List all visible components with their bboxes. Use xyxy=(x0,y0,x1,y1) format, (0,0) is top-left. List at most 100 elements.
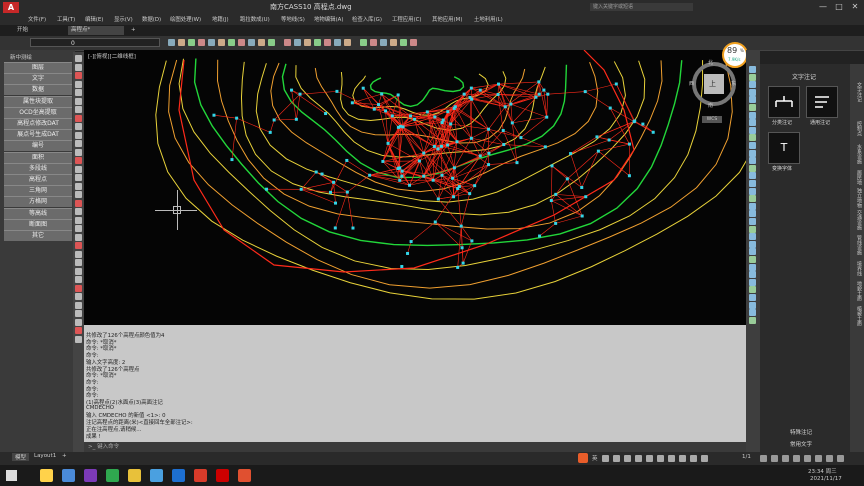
elevation-point[interactable] xyxy=(380,92,384,96)
elevation-point[interactable] xyxy=(235,116,239,120)
classify-annotation-button[interactable] xyxy=(768,86,800,118)
toolbar-tool-icon[interactable] xyxy=(258,39,265,46)
status-icon[interactable] xyxy=(793,455,800,462)
left-tool-icon[interactable] xyxy=(75,106,82,113)
vertical-tab-5[interactable]: 交通设施 xyxy=(850,208,863,232)
toolbar-tool-icon[interactable] xyxy=(400,39,407,46)
elevation-point[interactable] xyxy=(446,143,450,147)
right-tool-icon[interactable] xyxy=(749,111,756,119)
elevation-point[interactable] xyxy=(608,106,612,110)
status-icon[interactable] xyxy=(668,455,675,462)
elevation-point[interactable] xyxy=(272,118,276,122)
taskbar-app-icon[interactable] xyxy=(216,469,229,482)
left-panel-item-14[interactable]: 断面图 xyxy=(4,218,72,230)
elevation-point[interactable] xyxy=(496,92,500,96)
taskbar-app-icon[interactable] xyxy=(238,469,251,482)
elevation-point[interactable] xyxy=(230,158,234,162)
elevation-point[interactable] xyxy=(368,173,372,177)
left-tool-icon[interactable] xyxy=(75,114,82,122)
elevation-point[interactable] xyxy=(580,185,584,189)
elevation-point[interactable] xyxy=(543,145,547,149)
right-tool-icon[interactable] xyxy=(749,195,756,203)
status-icon[interactable] xyxy=(826,455,833,462)
elevation-point[interactable] xyxy=(452,195,456,199)
toolbar-tool-icon[interactable] xyxy=(218,39,225,46)
vertical-tab-7[interactable]: 境界线 xyxy=(850,258,863,278)
left-tool-icon[interactable] xyxy=(75,267,82,275)
elevation-point[interactable] xyxy=(456,265,460,269)
vertical-tab-9[interactable]: 植被土质 xyxy=(850,304,863,328)
elevation-point[interactable] xyxy=(584,195,588,199)
right-tool-icon[interactable] xyxy=(749,187,756,195)
elevation-point[interactable] xyxy=(396,125,400,129)
right-tool-icon[interactable] xyxy=(749,119,756,127)
menu-item-5[interactable]: 绘图处理(W) xyxy=(170,15,201,23)
left-panel-item-5[interactable]: 高程点修改DAT xyxy=(4,118,72,129)
elevation-point[interactable] xyxy=(580,214,584,218)
elevation-point[interactable] xyxy=(384,109,388,113)
elevation-point[interactable] xyxy=(377,103,381,107)
elevation-point[interactable] xyxy=(542,88,546,92)
toolbar-tool-icon[interactable] xyxy=(248,39,255,46)
elevation-point[interactable] xyxy=(345,190,349,194)
elevation-point[interactable] xyxy=(433,115,437,119)
wcs-dropdown[interactable]: WCS xyxy=(702,116,722,123)
left-tool-icon[interactable] xyxy=(75,233,82,241)
left-tool-icon[interactable] xyxy=(75,310,82,317)
menu-item-11[interactable]: 工程应用(C) xyxy=(392,15,422,23)
elevation-point[interactable] xyxy=(350,101,354,105)
left-tool-icon[interactable] xyxy=(75,318,82,326)
elevation-point[interactable] xyxy=(510,121,514,125)
right-tool-icon[interactable] xyxy=(749,164,756,172)
elevation-point[interactable] xyxy=(549,199,553,203)
status-icon[interactable] xyxy=(782,455,789,462)
elevation-point[interactable] xyxy=(627,142,631,146)
elevation-point[interactable] xyxy=(627,174,631,178)
elevation-point[interactable] xyxy=(333,226,337,230)
elevation-point[interactable] xyxy=(436,147,440,151)
maximize-icon[interactable]: □ xyxy=(832,1,846,13)
elevation-point[interactable] xyxy=(294,117,298,121)
elevation-point[interactable] xyxy=(651,130,655,134)
left-tool-icon[interactable] xyxy=(75,191,82,198)
elevation-point[interactable] xyxy=(519,136,523,140)
elevation-point[interactable] xyxy=(268,130,272,134)
elevation-point[interactable] xyxy=(595,135,599,139)
toolbar-tool-icon[interactable] xyxy=(314,39,321,46)
menu-item-1[interactable]: 工具(T) xyxy=(57,15,75,23)
taskbar-app-icon[interactable] xyxy=(172,469,185,482)
tab-model[interactable]: 模型 xyxy=(12,453,30,461)
elevation-point[interactable] xyxy=(439,144,443,148)
toolbar-tool-icon[interactable] xyxy=(304,39,311,46)
left-tool-icon[interactable] xyxy=(75,199,82,207)
left-panel-item-12[interactable]: 方格网 xyxy=(4,196,72,208)
left-tool-icon[interactable] xyxy=(75,225,82,232)
drawing-canvas[interactable] xyxy=(84,50,746,325)
elevation-point[interactable] xyxy=(487,151,491,155)
toolbar-tool-icon[interactable] xyxy=(390,39,397,46)
toolbar-tool-icon[interactable] xyxy=(324,39,331,46)
right-tool-icon[interactable] xyxy=(749,233,756,241)
right-tool-icon[interactable] xyxy=(749,248,756,256)
left-panel-item-7[interactable]: 编号 xyxy=(4,140,72,152)
search-input[interactable]: 键入关键字或短语 xyxy=(590,3,693,11)
right-tool-icon[interactable] xyxy=(749,210,756,218)
vertical-tab-8[interactable]: 地貌土质 xyxy=(850,278,863,304)
elevation-point[interactable] xyxy=(422,174,426,178)
elevation-point[interactable] xyxy=(412,117,416,121)
right-tool-icon[interactable] xyxy=(749,88,756,96)
elevation-point[interactable] xyxy=(503,105,507,109)
right-tool-icon[interactable] xyxy=(749,278,756,286)
status-icon[interactable] xyxy=(771,455,778,462)
elevation-point[interactable] xyxy=(298,92,302,96)
general-annotation-button[interactable] xyxy=(806,86,838,118)
left-panel-item-6[interactable]: 展点号生成DAT xyxy=(4,129,72,141)
elevation-point[interactable] xyxy=(468,192,472,196)
toolbar-tool-icon[interactable] xyxy=(198,39,205,46)
elevation-point[interactable] xyxy=(554,221,558,225)
elevation-point[interactable] xyxy=(607,138,611,142)
toolbar-tool-icon[interactable] xyxy=(284,39,291,46)
right-tool-icon[interactable] xyxy=(749,240,756,248)
elevation-point[interactable] xyxy=(633,119,637,123)
left-panel-item-2[interactable]: 数据 xyxy=(4,84,72,96)
